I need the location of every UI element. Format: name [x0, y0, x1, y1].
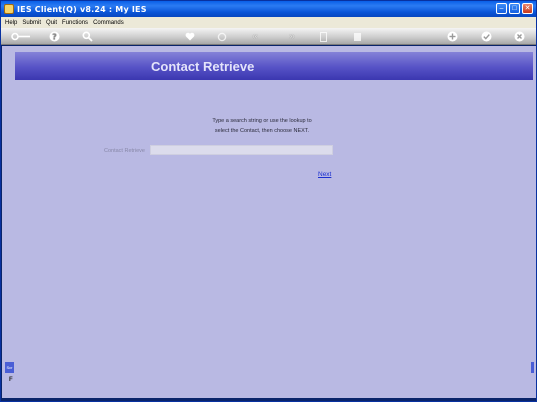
toolbar: ? « »	[1, 28, 536, 45]
menu-commands[interactable]: Commands	[93, 20, 124, 26]
page-banner: Contact Retrieve	[15, 52, 533, 80]
menu-help[interactable]: Help	[5, 20, 17, 26]
app-icon	[4, 4, 14, 14]
toolbar-close-icon[interactable]	[514, 31, 525, 42]
side-mark: F	[9, 377, 13, 383]
side-tab[interactable]: Scr	[5, 362, 14, 373]
help-icon[interactable]: ?	[49, 31, 60, 42]
contact-retrieve-label: Contact Retrieve	[104, 148, 145, 154]
instructions-text: Type a search string or use the lookup t…	[182, 116, 342, 136]
menu-quit[interactable]: Quit	[46, 20, 57, 26]
add-icon[interactable]	[447, 31, 458, 42]
stop-icon[interactable]	[353, 31, 361, 42]
page-title: Contact Retrieve	[151, 59, 255, 74]
back-icon[interactable]: «	[249, 31, 261, 42]
next-link[interactable]: Next	[318, 171, 331, 178]
key-icon[interactable]	[11, 31, 31, 42]
heart-icon[interactable]	[185, 31, 195, 42]
document-icon[interactable]	[319, 31, 327, 42]
menu-submit[interactable]: Submit	[22, 20, 41, 26]
minimize-icon[interactable]: –	[496, 3, 507, 14]
instruction-line-2: select the Contact, then choose NEXT.	[214, 128, 310, 134]
search-icon[interactable]	[82, 31, 93, 42]
close-icon[interactable]: ✕	[522, 3, 533, 14]
title-bar[interactable]: IES Client(Q) v8.24 : My IES – □ ✕	[1, 1, 536, 17]
refresh-icon[interactable]	[217, 31, 227, 42]
menu-bar: Help Submit Quit Functions Commands	[1, 17, 536, 28]
scroll-handle[interactable]	[531, 362, 534, 373]
svg-text:?: ?	[52, 32, 57, 41]
forward-icon[interactable]: »	[286, 31, 298, 42]
contact-retrieve-input[interactable]	[150, 145, 333, 155]
main-content: Contact Retrieve Type a search string or…	[2, 46, 536, 401]
maximize-icon[interactable]: □	[509, 3, 520, 14]
instruction-line-1: Type a search string or use the lookup t…	[212, 118, 312, 124]
window-title: IES Client(Q) v8.24 : My IES	[17, 4, 147, 14]
app-window: IES Client(Q) v8.24 : My IES – □ ✕ Help …	[0, 0, 537, 402]
check-icon[interactable]	[481, 31, 492, 42]
bottom-border	[1, 398, 536, 401]
window-controls: – □ ✕	[496, 3, 533, 14]
menu-functions[interactable]: Functions	[62, 20, 88, 26]
